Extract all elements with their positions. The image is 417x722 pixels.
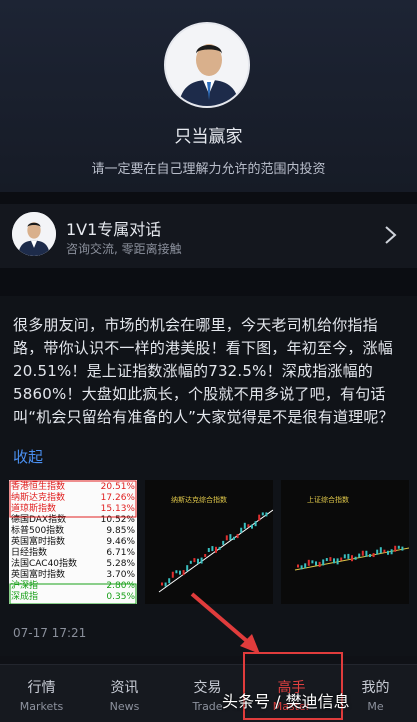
collapse-link[interactable]: 收起 xyxy=(13,446,43,467)
candle-mark xyxy=(200,557,203,564)
candle-mark xyxy=(258,514,261,521)
candle-mark xyxy=(361,550,364,556)
candle-mark xyxy=(347,553,350,559)
candle-mark xyxy=(311,560,314,564)
risk-notice: 请一定要在自己理解力允许的范围内投资 xyxy=(91,162,326,177)
shanghai-chart-image[interactable]: 上证综合指数 xyxy=(281,480,409,604)
candle-mark xyxy=(343,554,346,559)
candle-mark xyxy=(215,546,217,553)
person-icon xyxy=(12,212,56,256)
candle-mark xyxy=(376,549,379,555)
tab-news[interactable]: 资讯 News xyxy=(83,665,166,722)
candle-mark xyxy=(307,559,310,566)
person-icon xyxy=(166,24,248,106)
profile-name: 只当赢家 xyxy=(174,127,243,147)
table-lines xyxy=(9,480,137,604)
candle-mark xyxy=(207,548,210,553)
tab-sublabel: Markets xyxy=(19,700,64,713)
candle-mark xyxy=(261,512,264,516)
tab-label: 行情 xyxy=(27,680,56,696)
candle-mark xyxy=(236,534,239,539)
tab-sublabel: News xyxy=(109,700,140,713)
candle-mark xyxy=(164,582,167,587)
candle-mark xyxy=(315,561,317,566)
candle-mark xyxy=(318,561,321,567)
candle-mark xyxy=(225,535,228,541)
avatar xyxy=(12,212,56,256)
candle-mark xyxy=(251,524,253,529)
candle-mark xyxy=(211,546,214,552)
candle-mark xyxy=(394,545,397,552)
candle-mark xyxy=(161,582,163,586)
candle-mark xyxy=(333,558,335,564)
avatar[interactable] xyxy=(164,22,250,108)
candlestick-chart: 纳斯达克综合指数 xyxy=(158,495,273,593)
candle-mark xyxy=(240,527,243,533)
image-gallery: 香港恒生指数 20.51% 纳斯达克指数 17.26% 道琼斯指数 15.13% 德国DAX… xyxy=(9,480,409,604)
candle-mark xyxy=(300,565,303,570)
section-divider xyxy=(0,268,417,296)
candle-mark xyxy=(265,512,268,517)
candle-mark xyxy=(243,522,246,529)
candle-mark xyxy=(171,571,174,578)
candle-mark xyxy=(297,564,299,568)
candle-mark xyxy=(365,550,368,557)
candle-mark xyxy=(336,558,339,565)
tab-label: 资讯 xyxy=(110,680,139,696)
card-title: 1V1专属对话 xyxy=(66,220,162,239)
tab-markets[interactable]: 行情 Markets xyxy=(0,665,83,722)
candle-mark xyxy=(329,557,332,562)
section-divider xyxy=(0,192,417,204)
candle-mark xyxy=(175,570,178,574)
candle-mark xyxy=(247,524,250,528)
candle-mark xyxy=(233,536,235,540)
index-table-image[interactable]: 香港恒生指数 20.51% 纳斯达克指数 17.26% 道琼斯指数 15.13% 德国DAX… xyxy=(9,480,137,604)
candle-mark xyxy=(229,534,232,541)
arrow-annotation-icon xyxy=(190,592,260,654)
candle-mark xyxy=(351,555,353,562)
candle-mark xyxy=(358,553,361,558)
post-timestamp: 07-17 17:21 xyxy=(13,626,87,640)
exclusive-chat-card[interactable]: 1V1专属对话 咨询交流, 零距离接触 xyxy=(0,204,417,268)
profile-header: 只当赢家 请一定要在自己理解力允许的范围内投资 xyxy=(0,0,417,192)
candle-mark xyxy=(390,549,393,555)
candle-mark xyxy=(387,550,389,555)
candle-mark xyxy=(179,570,181,575)
candlestick-chart: 上证综合指数 xyxy=(294,495,409,571)
candle-mark xyxy=(372,553,375,558)
candle-mark xyxy=(168,578,171,584)
chart-title: 上证综合指数 xyxy=(307,495,349,504)
candle-mark xyxy=(369,554,371,558)
candle-mark xyxy=(222,540,225,545)
candle-mark xyxy=(254,521,257,527)
candle-mark xyxy=(218,546,221,550)
candle-mark xyxy=(182,570,185,576)
candle-mark xyxy=(354,556,357,560)
watermark: 头条号 / 樊迪信息 xyxy=(222,692,350,711)
chevron-right-icon[interactable] xyxy=(379,224,401,246)
candle-mark xyxy=(186,565,189,572)
candle-mark xyxy=(397,545,400,549)
candle-mark xyxy=(204,554,207,558)
candle-mark xyxy=(197,558,199,564)
candle-mark xyxy=(189,560,192,564)
candle-mark xyxy=(401,546,404,551)
candle-mark xyxy=(304,563,307,569)
bottom-tab-bar: 行情 Markets 资讯 News 交易 Trade 高手 Master 我的… xyxy=(0,664,417,722)
candle-mark xyxy=(379,547,382,554)
candle-mark xyxy=(340,557,343,561)
candle-mark xyxy=(383,549,386,553)
card-subtitle: 咨询交流, 零距离接触 xyxy=(66,242,182,256)
post-body: 很多朋友问，市场的机会在哪里，今天老司机给你指指路，带你认识不一样的港美股！看下… xyxy=(13,316,394,426)
candle-mark xyxy=(193,558,196,563)
candle-mark xyxy=(322,559,325,566)
chart-title: 纳斯达克综合指数 xyxy=(171,495,227,504)
nasdaq-chart-image[interactable]: 纳斯达克综合指数 xyxy=(145,480,273,604)
candle-mark xyxy=(325,558,328,562)
